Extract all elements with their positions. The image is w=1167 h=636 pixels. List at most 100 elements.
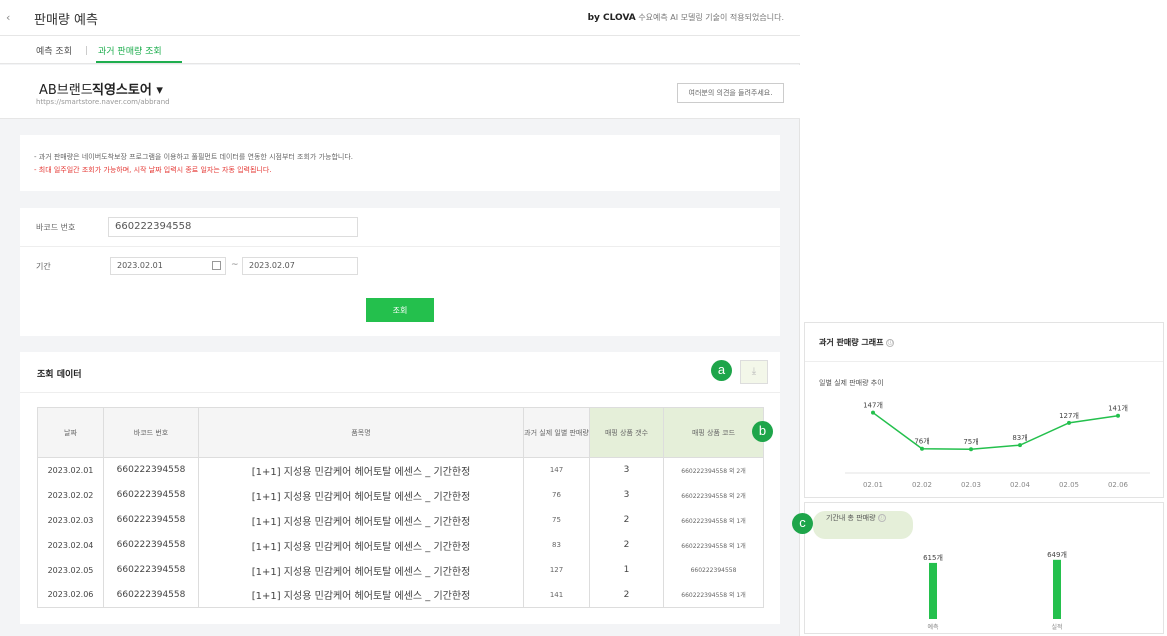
table-row: 2023.02.02 660222394558 [1+1] 지성용 민감케어 헤어토… (37, 482, 764, 508)
data-label: 75개 (963, 437, 978, 446)
store-header: AB브랜드 직영스토어 ▾ https://smartstore.naver.c… (0, 65, 800, 119)
period-label: 기간 (36, 262, 51, 271)
cell-barcode: 660222394558 (103, 457, 199, 483)
cell-mapped-code: 660222394558 외 2개 (663, 457, 764, 483)
notice-box: - 과거 판매량은 네이버도착보장 프로그램을 이용하고 풀필먼트 데이터를 연… (20, 135, 780, 191)
total-panel-title: 기간내 총 판매량 ⓘ (826, 513, 886, 523)
graph-divider (805, 361, 1163, 362)
cell-past-sales: 127 (523, 557, 590, 583)
search-button[interactable]: 조회 (366, 298, 434, 322)
cell-past-sales: 75 (523, 507, 590, 533)
main-content: ‹ 판매량 예측 by CLOVA 수요예측 AI 모델링 기술이 적용되었습니… (0, 0, 800, 636)
store-selector[interactable]: 직영스토어 ▾ (92, 79, 163, 98)
cell-past-sales: 76 (523, 482, 590, 508)
cell-barcode: 660222394558 (103, 482, 199, 508)
sales-series-line (872, 412, 1119, 450)
store-url: https://smartstore.naver.com/abbrand (36, 98, 170, 106)
col-header-barcode: 바코드 번호 (103, 407, 199, 458)
cell-product-name: [1+1] 지성용 민감케어 헤어토탈 에센스 _ 기간한정 (198, 582, 524, 608)
bar-value-label: 649개 (1047, 550, 1067, 559)
tab-past-sales[interactable]: 과거 판매량 조회 (98, 44, 162, 57)
x-tick-label: 예측 (927, 623, 939, 631)
top-bar: ‹ 판매량 예측 by CLOVA 수요예측 AI 모델링 기술이 적용되었습니… (0, 0, 800, 36)
daily-sales-line-chart: 147개 02.01 76개 02.02 75개 02.03 83개 02.04 127개 02.… (845, 401, 1150, 489)
barcode-input[interactable]: 660222394558 (108, 217, 358, 237)
bar-value-label: 615개 (923, 553, 943, 562)
table-header-row: 날짜 바코드 번호 품목명 과거 실제 일별 판매량 매핑 상품 갯수 매핑 상… (37, 407, 764, 458)
cell-barcode: 660222394558 (103, 507, 199, 533)
total-title-text: 기간내 총 판매량 (826, 514, 876, 522)
feedback-button[interactable]: 여러분의 의견을 들려주세요. (677, 83, 784, 103)
data-label: 83개 (1012, 433, 1027, 442)
download-icon[interactable]: ⤓ (740, 360, 768, 384)
table-row: 2023.02.03 660222394558 [1+1] 지성용 민감케어 헤어토… (37, 507, 764, 533)
marker-c: c (792, 513, 813, 534)
x-tick-label: 02.05 (1059, 481, 1079, 489)
col-header-mapped-count: 매핑 상품 갯수 (589, 407, 664, 458)
end-date-input[interactable]: 2023.02.07 (242, 257, 358, 275)
cell-product-name: [1+1] 지성용 민감케어 헤어토탈 에센스 _ 기간한정 (198, 507, 524, 533)
x-tick-label: 02.06 (1108, 481, 1129, 489)
cell-past-sales: 147 (523, 457, 590, 483)
data-point (969, 447, 973, 452)
info-icon[interactable]: ⓘ (877, 514, 886, 522)
cell-date: 2023.02.04 (37, 532, 104, 558)
x-tick-label: 02.04 (1010, 481, 1031, 489)
clova-brand: by CLOVA (587, 13, 636, 23)
chevron-left-icon[interactable]: ‹ (6, 11, 10, 24)
sales-graph-panel: 과거 판매량 그래프 ⓘ 일별 실제 판매량 추이 147개 02.01 76개 02… (804, 322, 1164, 498)
form-divider (20, 246, 780, 247)
barcode-label: 바코드 번호 (36, 223, 76, 232)
cell-date: 2023.02.02 (37, 482, 104, 508)
cell-past-sales: 141 (523, 582, 590, 608)
start-date-input[interactable]: 2023.02.01 (110, 257, 226, 275)
table-row: 2023.02.05 660222394558 [1+1] 지성용 민감케어 헤어토… (37, 557, 764, 583)
results-panel: 조회 데이터 ⤓ 날짜 바코드 번호 품목명 과거 실제 일별 판매량 매핑 상… (20, 352, 780, 624)
tab-bar: 예측 조회 과거 판매량 조회 (0, 36, 800, 64)
active-tab-underline (96, 61, 182, 63)
data-point (1116, 413, 1120, 418)
cell-barcode: 660222394558 (103, 557, 199, 583)
graph-title-text: 과거 판매량 그래프 (819, 338, 884, 347)
daily-sales-subtitle: 일별 실제 판매량 추이 (819, 379, 884, 387)
table-row: 2023.02.06 660222394558 [1+1] 지성용 민감케어 헤어토… (37, 582, 764, 608)
x-tick-label: 02.01 (863, 481, 883, 489)
cell-barcode: 660222394558 (103, 532, 199, 558)
cell-mapped-count: 3 (589, 457, 664, 483)
data-point (1067, 420, 1071, 425)
cell-product-name: [1+1] 지성용 민감케어 헤어토탈 에센스 _ 기간한정 (198, 532, 524, 558)
data-point (871, 410, 875, 415)
table-row: 2023.02.01 660222394558 [1+1] 지성용 민감케어 헤어토… (37, 457, 764, 483)
clova-text: 수요예측 AI 모델링 기술이 적용되었습니다. (635, 13, 784, 22)
tab-separator (86, 46, 87, 55)
marker-a: a (711, 360, 732, 381)
col-header-past-sales: 과거 실제 일별 판매량 (523, 407, 590, 458)
cell-past-sales: 83 (523, 532, 590, 558)
cell-date: 2023.02.05 (37, 557, 104, 583)
cell-date: 2023.02.06 (37, 582, 104, 608)
graph-panel-title: 과거 판매량 그래프 ⓘ (819, 337, 895, 348)
total-sales-bar-chart: 615개예측 649개실적 (923, 550, 1067, 631)
info-icon[interactable]: ⓘ (886, 338, 895, 347)
tab-forecast[interactable]: 예측 조회 (36, 44, 72, 57)
cell-mapped-count: 2 (589, 582, 664, 608)
data-label: 76개 (914, 437, 929, 446)
col-header-product: 품목명 (198, 407, 524, 458)
bar (1053, 559, 1061, 619)
cell-product-name: [1+1] 지성용 민감케어 헤어토탈 에센스 _ 기간한정 (198, 482, 524, 508)
results-divider (20, 392, 780, 393)
cell-mapped-code: 660222394558 외 2개 (663, 482, 764, 508)
cell-mapped-count: 2 (589, 532, 664, 558)
results-title: 조회 데이터 (37, 370, 82, 380)
cell-mapped-code: 660222394558 외 1개 (663, 582, 764, 608)
cell-date: 2023.02.01 (37, 457, 104, 483)
cell-mapped-code: 660222394558 (663, 557, 764, 583)
cell-mapped-count: 3 (589, 482, 664, 508)
x-tick-label: 02.02 (912, 481, 932, 489)
cell-mapped-code: 660222394558 외 1개 (663, 532, 764, 558)
cell-product-name: [1+1] 지성용 민감케어 헤어토탈 에센스 _ 기간한정 (198, 557, 524, 583)
marker-b: b (752, 421, 773, 442)
calendar-icon[interactable] (212, 261, 221, 270)
table-row: 2023.02.04 660222394558 [1+1] 지성용 민감케어 헤어토… (37, 532, 764, 558)
col-header-mapped-code: 매핑 상품 코드 (663, 407, 764, 458)
